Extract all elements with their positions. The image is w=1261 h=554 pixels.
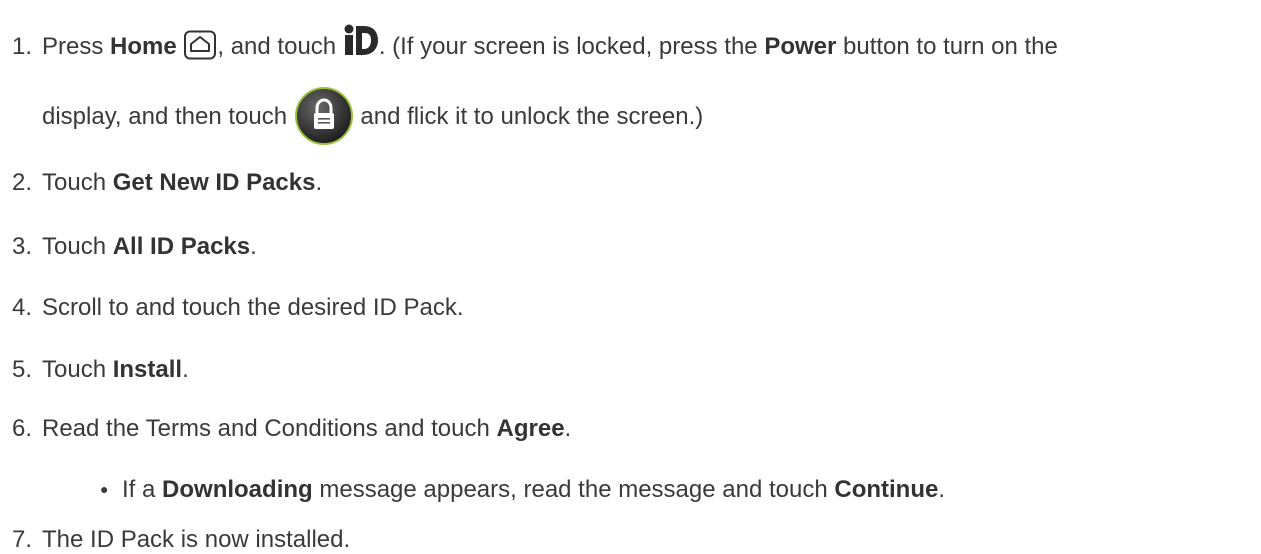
lock-icon — [294, 86, 354, 146]
bold-term: Install — [112, 356, 183, 383]
step-6-bullet: ● If a Downloading message appears, read … — [100, 476, 946, 503]
step-number: 5. — [12, 356, 33, 383]
step-1: 1. Press Home , and touch . (If your scre… — [12, 24, 1058, 67]
bullet-dot-icon: ● — [100, 481, 109, 497]
home-icon — [183, 30, 217, 67]
step-number: 2. — [12, 169, 33, 196]
bold-term: Continue — [834, 476, 939, 503]
step-number: 3. — [12, 233, 33, 260]
step-number: 6. — [12, 415, 33, 442]
bold-term: All ID Packs — [112, 233, 251, 260]
bold-term: Downloading — [162, 476, 313, 503]
step-2: 2. Touch Get New ID Packs. — [12, 169, 323, 196]
step-6: 6. Read the Terms and Conditions and touc… — [12, 415, 572, 442]
step-3: 3. Touch All ID Packs. — [12, 233, 257, 260]
step-1-continuation: display, and then touch and flick it to … — [42, 86, 703, 146]
step-number: 4. — [12, 294, 33, 321]
bold-term: Get New ID Packs — [112, 169, 316, 196]
bold-term: Power — [764, 33, 837, 60]
bold-term: Home — [110, 33, 177, 60]
id-app-icon — [343, 24, 379, 67]
bold-term: Agree — [496, 415, 565, 442]
step-5: 5. Touch Install. — [12, 356, 189, 383]
step-4: 4. Scroll to and touch the desired ID Pac… — [12, 294, 464, 321]
step-number: 1. — [12, 33, 33, 60]
